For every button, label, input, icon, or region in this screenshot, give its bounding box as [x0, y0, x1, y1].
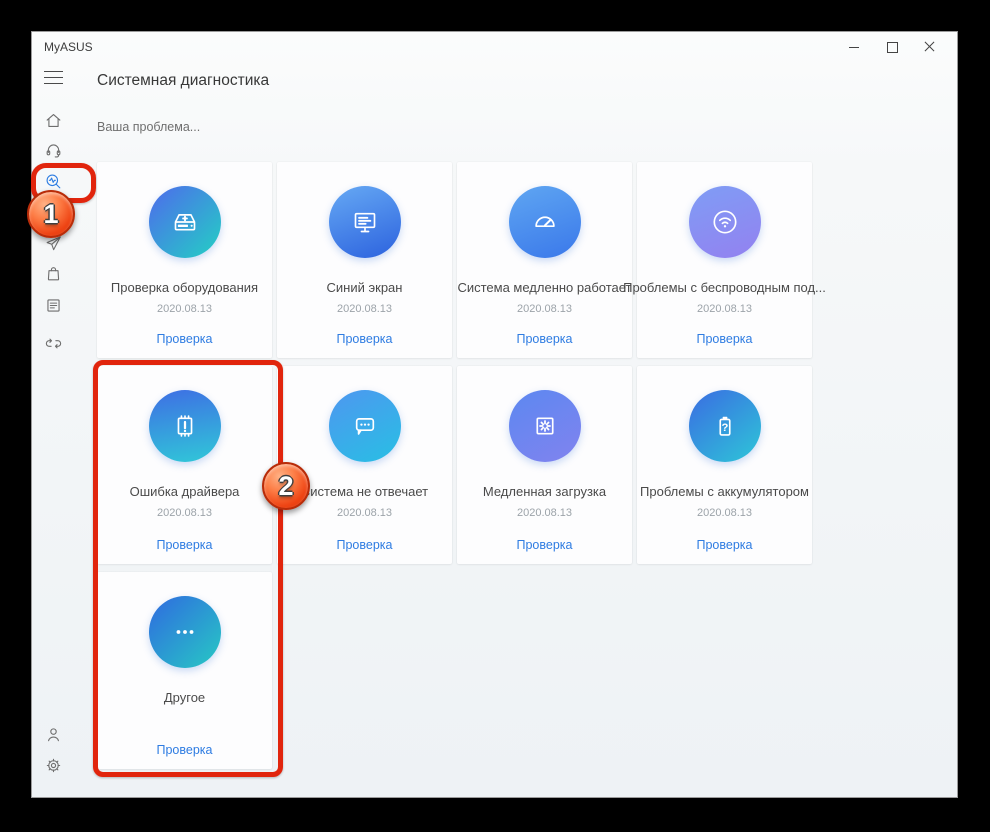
sidebar-item-settings[interactable]: [43, 755, 63, 775]
minimize-icon[interactable]: [835, 32, 873, 62]
page-subtitle: Ваша проблема...: [97, 120, 200, 134]
close-icon[interactable]: [911, 32, 949, 62]
tile-wireless-problems[interactable]: Проблемы с беспроводным под... 2020.08.1…: [637, 162, 812, 358]
tile-date: 2020.08.13: [157, 303, 212, 315]
hard-drive-plus-icon: [149, 186, 221, 258]
sidebar-item-home[interactable]: [43, 110, 63, 130]
titlebar: MyASUS: [32, 32, 957, 62]
tile-date: 2020.08.13: [697, 303, 752, 315]
tile-date: 2020.08.13: [337, 507, 392, 519]
sidebar-item-store[interactable]: [43, 263, 63, 283]
tile-system-slow[interactable]: Система медленно работает 2020.08.13 Про…: [457, 162, 632, 358]
tile-hardware-check[interactable]: Проверка оборудования 2020.08.13 Проверк…: [97, 162, 272, 358]
tile-title: Проблемы с аккумулятором: [640, 484, 809, 499]
check-link[interactable]: Проверка: [457, 332, 632, 346]
wifi-circle-icon: [689, 186, 761, 258]
shopping-bag-icon: [44, 264, 63, 283]
news-document-icon: [44, 296, 63, 315]
tile-date: 2020.08.13: [697, 507, 752, 519]
sidebar-item-account[interactable]: [43, 724, 63, 744]
step2-badge: 2: [262, 462, 310, 510]
step2-highlight-rect: [93, 360, 283, 777]
page-title: Системная диагностика: [97, 72, 269, 90]
settings-gear-icon: [44, 756, 63, 775]
tile-blue-screen[interactable]: Синий экран 2020.08.13 Проверка: [277, 162, 452, 358]
chat-bubble-ellipsis-icon: [329, 390, 401, 462]
step1-badge: 1: [27, 190, 75, 238]
sidebar-item-support[interactable]: [43, 140, 63, 160]
sidebar-item-news[interactable]: [43, 295, 63, 315]
check-link[interactable]: Проверка: [277, 332, 452, 346]
myasus-window: MyASUS Системная диагностика Ваша пробле…: [31, 31, 958, 798]
speedometer-icon: [509, 186, 581, 258]
tile-date: 2020.08.13: [517, 303, 572, 315]
tile-battery-problems[interactable]: ? Проблемы с аккумулятором 2020.08.13 Пр…: [637, 366, 812, 564]
home-icon: [44, 111, 63, 130]
link-switch-icon: [44, 334, 63, 353]
svg-text:?: ?: [721, 422, 728, 434]
tile-slow-boot[interactable]: Медленная загрузка 2020.08.13 Проверка: [457, 366, 632, 564]
check-link[interactable]: Проверка: [637, 332, 812, 346]
maximize-icon[interactable]: [873, 32, 911, 62]
tile-title: Проблемы с беспроводным под...: [623, 280, 826, 295]
tile-title: Синий экран: [327, 280, 403, 295]
check-link[interactable]: Проверка: [637, 538, 812, 552]
user-icon: [44, 725, 63, 744]
tile-system-not-responding[interactable]: Система не отвечает 2020.08.13 Проверка: [277, 366, 452, 564]
tile-date: 2020.08.13: [517, 507, 572, 519]
tile-title: Медленная загрузка: [483, 484, 606, 499]
headset-icon: [44, 141, 63, 160]
window-controls: [835, 32, 949, 62]
tile-title: Проверка оборудования: [111, 280, 258, 295]
tile-date: 2020.08.13: [337, 303, 392, 315]
battery-question-icon: ?: [689, 390, 761, 462]
sidebar-item-link-to-myasus[interactable]: [43, 333, 63, 353]
hamburger-menu-icon[interactable]: [44, 71, 63, 84]
check-link[interactable]: Проверка: [97, 332, 272, 346]
app-title: MyASUS: [44, 40, 93, 54]
loading-screen-icon: [509, 390, 581, 462]
tile-title: Система не отвечает: [301, 484, 428, 499]
monitor-lines-icon: [329, 186, 401, 258]
tile-title: Система медленно работает: [457, 280, 631, 295]
check-link[interactable]: Проверка: [457, 538, 632, 552]
check-link[interactable]: Проверка: [277, 538, 452, 552]
